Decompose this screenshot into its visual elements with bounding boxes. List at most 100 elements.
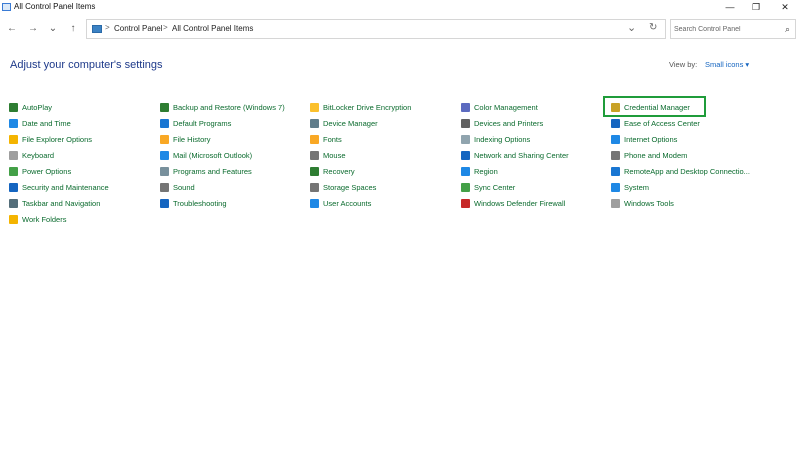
ease-of-access-icon xyxy=(611,118,620,128)
breadcrumb-all-items[interactable]: All Control Panel Items xyxy=(172,24,253,33)
breadcrumb-control-panel[interactable]: Control Panel xyxy=(114,24,162,33)
item-label: Mouse xyxy=(323,150,346,160)
history-icon xyxy=(160,134,169,144)
forward-button[interactable]: → xyxy=(26,22,40,36)
phone-icon xyxy=(611,150,620,160)
item-label: Device Manager xyxy=(323,118,378,128)
title-bar: All Control Panel Items — ❐ ✕ xyxy=(0,0,800,16)
control-panel-item[interactable]: User Accounts xyxy=(310,196,371,210)
power-icon xyxy=(9,166,18,176)
backup-icon xyxy=(160,102,169,112)
control-panel-item[interactable]: Mail (Microsoft Outlook) xyxy=(160,148,252,162)
control-panel-item[interactable]: Ease of Access Center xyxy=(611,116,700,130)
control-panel-item[interactable]: Keyboard xyxy=(9,148,54,162)
firewall-icon xyxy=(461,198,470,208)
item-label: Security and Maintenance xyxy=(22,182,109,192)
item-label: Storage Spaces xyxy=(323,182,377,192)
search-icon[interactable]: ⌕ xyxy=(785,24,790,35)
control-panel-item[interactable]: Phone and Modem xyxy=(611,148,687,162)
control-panel-item[interactable]: Windows Defender Firewall xyxy=(461,196,565,210)
item-label: Sync Center xyxy=(474,182,516,192)
device-manager-icon xyxy=(310,118,319,128)
item-label: Ease of Access Center xyxy=(624,118,700,128)
item-label: Mail (Microsoft Outlook) xyxy=(173,150,253,160)
address-dropdown-button[interactable]: ⌄ xyxy=(627,21,636,34)
item-label: Taskbar and Navigation xyxy=(22,198,101,208)
control-panel-item[interactable]: Sync Center xyxy=(461,180,515,194)
network-icon xyxy=(461,150,470,160)
view-by-label: View by: xyxy=(669,60,698,69)
control-panel-item[interactable]: Backup and Restore (Windows 7) xyxy=(160,100,285,114)
item-label: Devices and Printers xyxy=(474,118,544,128)
item-label: Power Options xyxy=(22,166,72,176)
item-label: Windows Tools xyxy=(624,198,674,208)
control-panel-item[interactable]: Date and Time xyxy=(9,116,71,130)
item-label: Fonts xyxy=(323,134,342,144)
item-label: Troubleshooting xyxy=(173,198,227,208)
control-panel-item[interactable]: RemoteApp and Desktop Connectio... xyxy=(611,164,750,178)
minimize-button[interactable]: — xyxy=(717,1,743,14)
control-panel-item[interactable]: Storage Spaces xyxy=(310,180,376,194)
control-panel-item[interactable]: Mouse xyxy=(310,148,346,162)
control-panel-item[interactable]: Default Programs xyxy=(160,116,231,130)
control-panel-item[interactable]: Recovery xyxy=(310,164,355,178)
remote-icon xyxy=(611,166,620,176)
fonts-icon xyxy=(310,134,319,144)
search-input[interactable] xyxy=(674,23,778,35)
control-panel-item[interactable]: Programs and Features xyxy=(160,164,252,178)
item-label: Color Management xyxy=(474,102,538,112)
control-panel-icon xyxy=(2,3,11,11)
flag-icon xyxy=(9,182,18,192)
item-label: Work Folders xyxy=(22,214,67,224)
control-panel-item[interactable]: Devices and Printers xyxy=(461,116,543,130)
control-panel-item[interactable]: File History xyxy=(160,132,211,146)
control-panel-item[interactable]: Taskbar and Navigation xyxy=(9,196,100,210)
control-panel-item[interactable]: Power Options xyxy=(9,164,71,178)
up-button[interactable]: ↑ xyxy=(66,22,80,36)
item-label: Sound xyxy=(173,182,195,192)
indexing-icon xyxy=(461,134,470,144)
item-label: Indexing Options xyxy=(474,134,531,144)
system-icon xyxy=(611,182,620,192)
globe-icon xyxy=(461,166,470,176)
folder-icon xyxy=(9,134,18,144)
control-panel-item[interactable]: Device Manager xyxy=(310,116,378,130)
back-button[interactable]: ← xyxy=(5,22,19,36)
taskbar-icon xyxy=(9,198,18,208)
credential-manager-highlight xyxy=(603,96,706,117)
control-panel-item[interactable]: Internet Options xyxy=(611,132,677,146)
control-panel-item[interactable]: BitLocker Drive Encryption xyxy=(310,100,411,114)
control-panel-item[interactable]: Work Folders xyxy=(9,212,66,226)
control-panel-item[interactable]: Security and Maintenance xyxy=(9,180,109,194)
close-button[interactable]: ✕ xyxy=(772,1,798,14)
control-panel-item[interactable]: Fonts xyxy=(310,132,342,146)
programs-icon xyxy=(160,118,169,128)
control-panel-item[interactable]: Network and Sharing Center xyxy=(461,148,569,162)
page-title: Adjust your computer's settings xyxy=(10,59,163,71)
autoplay-icon xyxy=(9,102,18,112)
control-panel-item[interactable]: AutoPlay xyxy=(9,100,52,114)
window-title: All Control Panel Items xyxy=(14,2,96,11)
recent-locations-button[interactable]: ⌄ xyxy=(46,22,60,36)
sync-icon xyxy=(461,182,470,192)
refresh-button[interactable]: ↻ xyxy=(649,22,657,33)
control-panel-item[interactable]: File Explorer Options xyxy=(9,132,92,146)
control-panel-item[interactable]: Indexing Options xyxy=(461,132,530,146)
control-panel-item[interactable]: Windows Tools xyxy=(611,196,674,210)
view-by-dropdown[interactable]: Small icons ▾ xyxy=(705,60,749,69)
item-label: System xyxy=(624,182,650,192)
user-icon xyxy=(310,198,319,208)
control-panel-item[interactable]: Color Management xyxy=(461,100,538,114)
item-label: Recovery xyxy=(323,166,355,176)
control-panel-item[interactable]: Sound xyxy=(160,180,195,194)
search-box[interactable]: ⌕ xyxy=(670,19,796,39)
item-label: Internet Options xyxy=(624,134,678,144)
address-bar[interactable]: > Control Panel > All Control Panel Item… xyxy=(86,19,666,39)
item-label: Network and Sharing Center xyxy=(474,150,569,160)
control-panel-item[interactable]: System xyxy=(611,180,649,194)
control-panel-item[interactable]: Region xyxy=(461,164,498,178)
control-panel-item[interactable]: Troubleshooting xyxy=(160,196,227,210)
item-label: User Accounts xyxy=(323,198,372,208)
mouse-icon xyxy=(310,150,319,160)
maximize-button[interactable]: ❐ xyxy=(743,1,769,14)
